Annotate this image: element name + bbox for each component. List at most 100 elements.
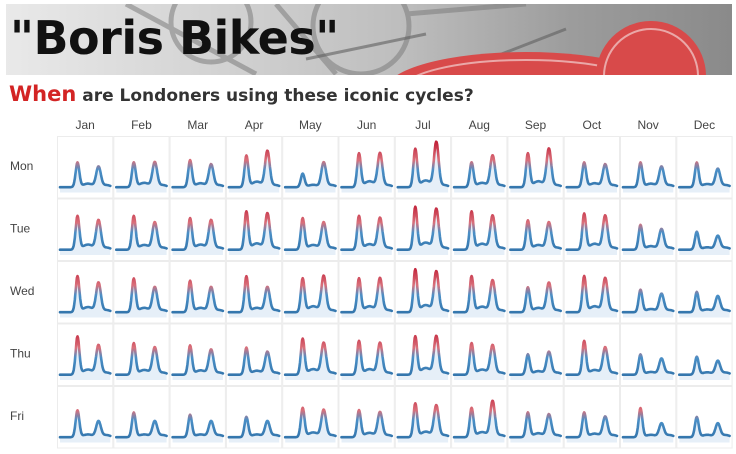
cell-tue-jan <box>57 198 114 261</box>
month-label: Apr <box>245 118 264 132</box>
cell-mon-may <box>282 136 339 199</box>
cell-tue-nov <box>620 198 677 261</box>
subtitle-rest: are Londoners using these iconic cycles? <box>76 86 474 106</box>
usage-line <box>452 274 506 314</box>
cell-tue-mar <box>169 198 226 261</box>
usage-line <box>227 346 281 376</box>
cell-tue-jul <box>394 198 452 261</box>
usage-line <box>396 205 450 251</box>
usage-line <box>565 339 619 376</box>
cell-thu-feb <box>113 323 170 386</box>
usage-line <box>115 341 168 376</box>
usage-line <box>115 411 168 439</box>
day-label: Mon <box>10 159 33 173</box>
cell-tue-oct <box>563 198 621 261</box>
cell-thu-aug <box>451 323 508 386</box>
cell-wed-may <box>282 261 339 324</box>
day-label: Tue <box>10 222 31 236</box>
subtitle-lead: When <box>9 82 77 106</box>
usage-line <box>283 160 337 189</box>
usage-small-multiples-chart: Jan Feb Mar Apr May Jun Jul Aug Sep Oct Nov Dec Mon… <box>10 118 733 449</box>
cell-tue-may <box>282 198 339 261</box>
usage-line <box>340 408 394 439</box>
cell-mon-jan <box>57 136 114 199</box>
day-label: Thu <box>10 347 31 361</box>
usage-line <box>171 279 225 314</box>
month-label: Mar <box>187 118 208 132</box>
usage-line <box>565 212 619 251</box>
usage-line <box>509 281 562 314</box>
cell-wed-nov <box>620 261 677 324</box>
usage-line <box>509 411 562 439</box>
cell-mon-aug <box>451 136 508 199</box>
header-banner: "Boris Bikes" <box>6 4 732 75</box>
usage-line <box>283 337 337 376</box>
cell-tue-apr <box>225 198 283 261</box>
usage-line <box>396 334 450 376</box>
month-labels: Jan Feb Mar Apr May Jun Jul Aug Sep Oct Nov Dec <box>75 118 715 132</box>
cell-thu-oct <box>563 323 621 386</box>
month-label: May <box>299 118 322 132</box>
cell-wed-mar <box>169 261 226 324</box>
cell-fri-apr <box>225 386 283 449</box>
day-labels: Mon Tue Wed Thu Fri <box>10 159 34 423</box>
cell-mon-sep <box>507 136 564 199</box>
cell-mon-apr <box>225 136 283 199</box>
usage-line <box>227 149 281 189</box>
usage-line <box>621 406 675 439</box>
cell-fri-aug <box>451 386 508 449</box>
usage-line <box>283 216 337 251</box>
usage-line <box>227 274 281 314</box>
cell-wed-jun <box>338 261 395 324</box>
month-label: Jan <box>75 118 94 132</box>
usage-line <box>58 335 112 376</box>
cell-tue-dec <box>676 198 733 261</box>
month-label: Aug <box>469 118 490 132</box>
cell-mon-feb <box>113 136 170 199</box>
cell-tue-sep <box>507 198 564 261</box>
cell-fri-jul <box>394 386 452 449</box>
usage-line <box>509 147 562 189</box>
usage-line <box>340 214 394 251</box>
cell-thu-jun <box>338 323 395 386</box>
usage-line <box>396 140 450 189</box>
cell-mon-mar <box>169 136 226 199</box>
cell-wed-jan <box>57 261 114 324</box>
cell-wed-aug <box>451 261 508 324</box>
cell-thu-dec <box>676 323 733 386</box>
chart-cells <box>57 136 733 449</box>
usage-line <box>678 161 731 189</box>
cell-thu-jul <box>394 323 452 386</box>
cell-fri-nov <box>620 386 677 449</box>
cell-thu-may <box>282 323 339 386</box>
usage-line <box>621 161 675 189</box>
usage-line <box>340 276 394 314</box>
cell-thu-sep <box>507 323 564 386</box>
cell-fri-dec <box>676 386 733 449</box>
usage-line <box>678 415 731 439</box>
usage-line <box>621 288 675 314</box>
month-label: Nov <box>637 118 658 132</box>
cell-wed-oct <box>563 261 621 324</box>
cell-fri-mar <box>169 386 226 449</box>
cell-wed-sep <box>507 261 564 324</box>
usage-line <box>58 274 112 314</box>
usage-line <box>509 350 562 376</box>
usage-line <box>171 344 225 376</box>
usage-line <box>115 160 168 189</box>
usage-line <box>58 161 112 189</box>
usage-line <box>565 274 619 314</box>
month-label: Jul <box>415 118 430 132</box>
usage-line <box>58 214 112 251</box>
usage-line <box>621 353 675 376</box>
usage-line <box>227 415 281 439</box>
usage-line <box>452 399 506 439</box>
usage-line <box>171 216 225 251</box>
page-subtitle: When are Londoners using these iconic cy… <box>9 82 474 108</box>
cell-fri-sep <box>507 386 564 449</box>
month-label: Feb <box>131 118 152 132</box>
usage-line <box>115 277 168 314</box>
cell-wed-feb <box>113 261 170 324</box>
usage-line <box>678 230 731 251</box>
cell-tue-jun <box>338 198 395 261</box>
